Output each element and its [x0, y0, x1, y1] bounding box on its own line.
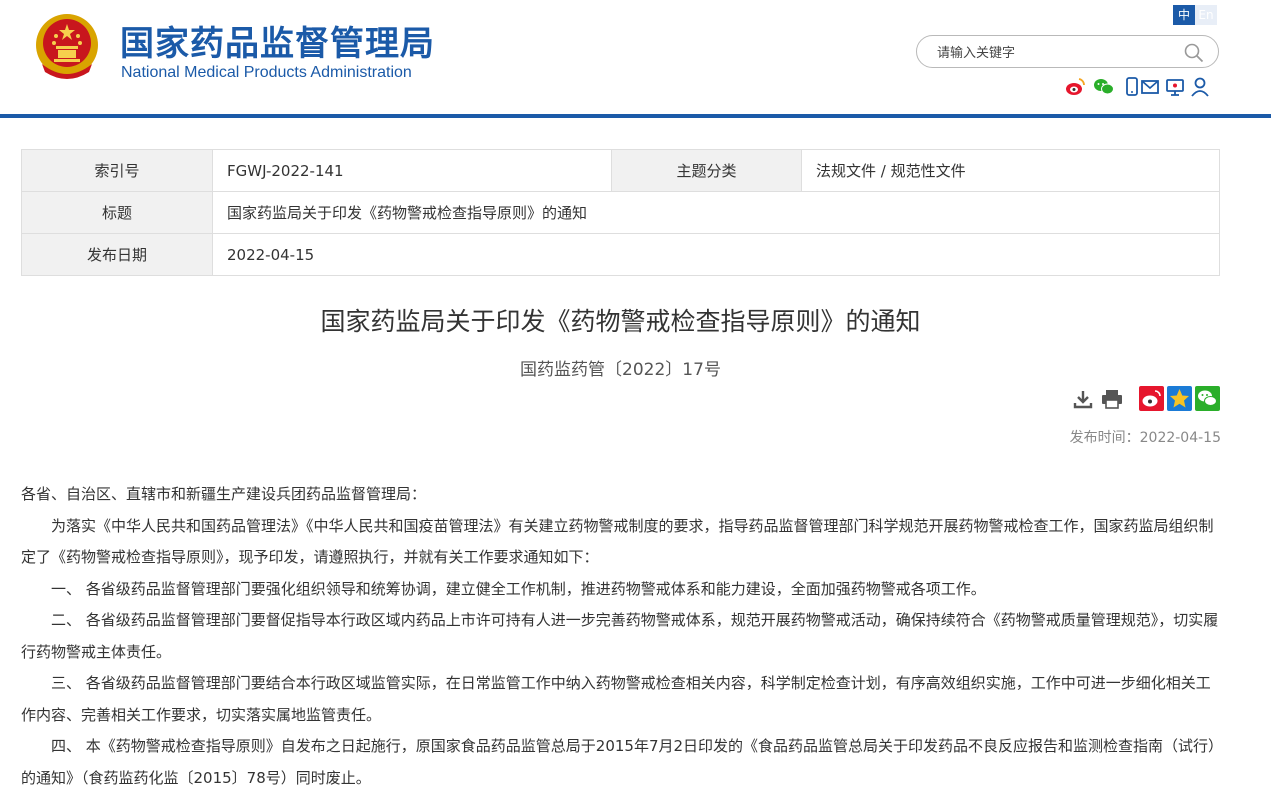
index-label: 索引号 [21, 149, 213, 192]
search-box [916, 35, 1219, 68]
index-value: FGWJ-2022-141 [212, 149, 612, 192]
share-weibo-icon[interactable] [1139, 386, 1164, 415]
metadata-row: 发布日期 2022-04-15 [21, 233, 1220, 276]
title-value: 国家药监局关于印发《药物警戒检查指导原则》的通知 [212, 191, 1220, 234]
body-paragraph: 为落实《中华人民共和国药品管理法》《中华人民共和国疫苗管理法》有关建立药物警戒制… [21, 516, 1214, 567]
language-english-button[interactable]: En [1195, 5, 1217, 25]
metadata-row: 标题 国家药监局关于印发《药物警戒检查指导原则》的通知 [21, 191, 1220, 234]
share-qzone-icon[interactable] [1167, 386, 1192, 415]
article-body: 各省、自治区、直辖市和新疆生产建设兵团药品监督管理局： 为落实《中华人民共和国药… [21, 479, 1220, 794]
salutation: 各省、自治区、直辖市和新疆生产建设兵团药品监督管理局： [21, 485, 427, 503]
date-label: 发布日期 [21, 233, 213, 276]
date-value: 2022-04-15 [212, 233, 1220, 276]
search-icon[interactable] [1184, 43, 1204, 63]
publish-time-value: 2022-04-15 [1139, 430, 1221, 446]
body-paragraph: 二、 各省级药品监督管理部门要督促指导本行政区域内药品上市许可持有人进一步完善药… [21, 611, 1219, 661]
body-paragraph: 四、 本《药物警戒检查指导原则》自发布之日起施行，原国家食品药品监管总局于201… [21, 737, 1216, 787]
national-emblem-icon [36, 14, 98, 79]
category-label: 主题分类 [611, 149, 802, 192]
publish-time-label: 发布时间： [1069, 430, 1140, 446]
header-divider [0, 114, 1271, 118]
download-icon[interactable] [1073, 389, 1093, 413]
monitor-icon[interactable] [1164, 76, 1186, 98]
site-header: 国家药品监督管理局 National Medical Products Admi… [0, 0, 1271, 120]
body-paragraph: 一、 各省级药品监督管理部门要强化组织领导和统筹协调，建立健全工作机制，推进药物… [51, 579, 986, 598]
document-metadata-table: 索引号 FGWJ-2022-141 主题分类 法规文件 / 规范性文件 标题 国… [21, 149, 1220, 276]
share-wechat-icon[interactable] [1195, 386, 1220, 415]
weibo-icon[interactable] [1064, 76, 1086, 98]
body-paragraph: 三、 各省级药品监督管理部门要结合本行政区域监管实际，在日常监管工作中纳入药物警… [21, 674, 1211, 724]
document-number: 国药监药管〔2022〕17号 [520, 360, 721, 380]
language-chinese-button[interactable]: 中 [1173, 5, 1195, 25]
user-icon[interactable] [1189, 76, 1211, 98]
print-icon[interactable] [1101, 389, 1123, 413]
title-label: 标题 [21, 191, 213, 234]
mail-icon[interactable] [1139, 76, 1161, 98]
article-title: 国家药监局关于印发《药物警戒检查指导原则》的通知 [320, 307, 921, 336]
site-title[interactable]: 国家药品监督管理局 [120, 16, 435, 65]
publish-time: 发布时间：2022-04-15 [1070, 427, 1221, 447]
site-subtitle[interactable]: National Medical Products Administration [121, 64, 412, 82]
wechat-icon[interactable] [1093, 76, 1115, 98]
search-input[interactable] [935, 42, 1179, 64]
metadata-row: 索引号 FGWJ-2022-141 主题分类 法规文件 / 规范性文件 [21, 149, 1220, 192]
category-value: 法规文件 / 规范性文件 [801, 149, 1220, 192]
